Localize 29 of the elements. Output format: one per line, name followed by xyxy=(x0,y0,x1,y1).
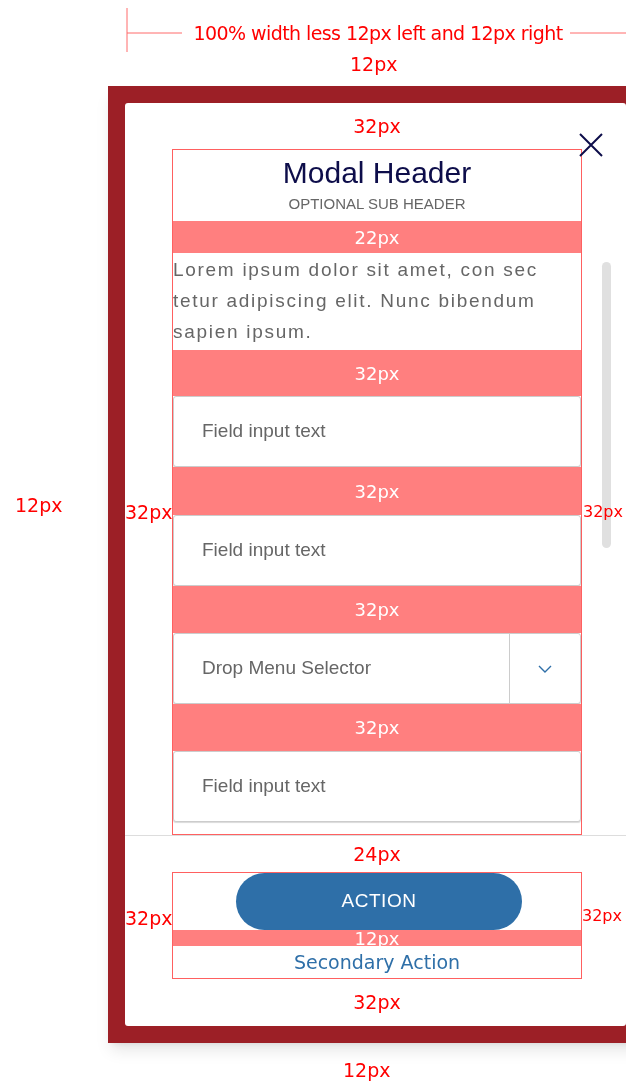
input-field[interactable]: Field input text xyxy=(173,515,581,586)
spacing-label: 32px xyxy=(583,501,623,523)
body-text: Lorem ipsum dolor sit amet, con sec tetur adipiscing elit. Nunc bibendum sapien ipsum. xyxy=(173,258,540,344)
spacing-band: 32px xyxy=(173,350,581,396)
spacing-label: 32px xyxy=(353,990,401,1016)
spacing-label: 24px xyxy=(353,841,401,867)
spacing-label: 32px xyxy=(353,113,401,139)
spacing-band: 22px xyxy=(173,221,581,253)
dropdown[interactable]: Drop Menu Selector xyxy=(173,633,581,704)
close-icon[interactable] xyxy=(578,132,604,158)
dimension-label: 100% width less 12px left and 12px right xyxy=(192,21,564,46)
spacing-band: 32px xyxy=(173,704,581,751)
spacing-band: 32px xyxy=(173,586,581,633)
input-field[interactable]: Field input text xyxy=(173,751,581,822)
input-field[interactable]: Field input text xyxy=(173,396,581,467)
modal-title: Modal Header xyxy=(282,156,472,190)
spacing-label: 12px xyxy=(350,52,398,77)
spacing-label: 12px xyxy=(343,1058,391,1083)
spacing-label: 12px xyxy=(15,493,63,518)
action-button[interactable]: ACTION xyxy=(236,873,522,930)
secondary-action-link[interactable]: Secondary Action xyxy=(293,947,461,977)
spacing-label: 32px xyxy=(582,905,622,927)
spacing-label: 32px xyxy=(125,500,173,525)
spacing-band: 12px xyxy=(173,930,581,946)
modal-subtitle: OPTIONAL SUB HEADER xyxy=(288,194,466,214)
spacing-label: 32px xyxy=(125,906,173,931)
dropdown-value: Drop Menu Selector xyxy=(201,656,372,681)
chevron-down-icon xyxy=(538,664,552,673)
spacing-band: 32px xyxy=(173,467,581,515)
